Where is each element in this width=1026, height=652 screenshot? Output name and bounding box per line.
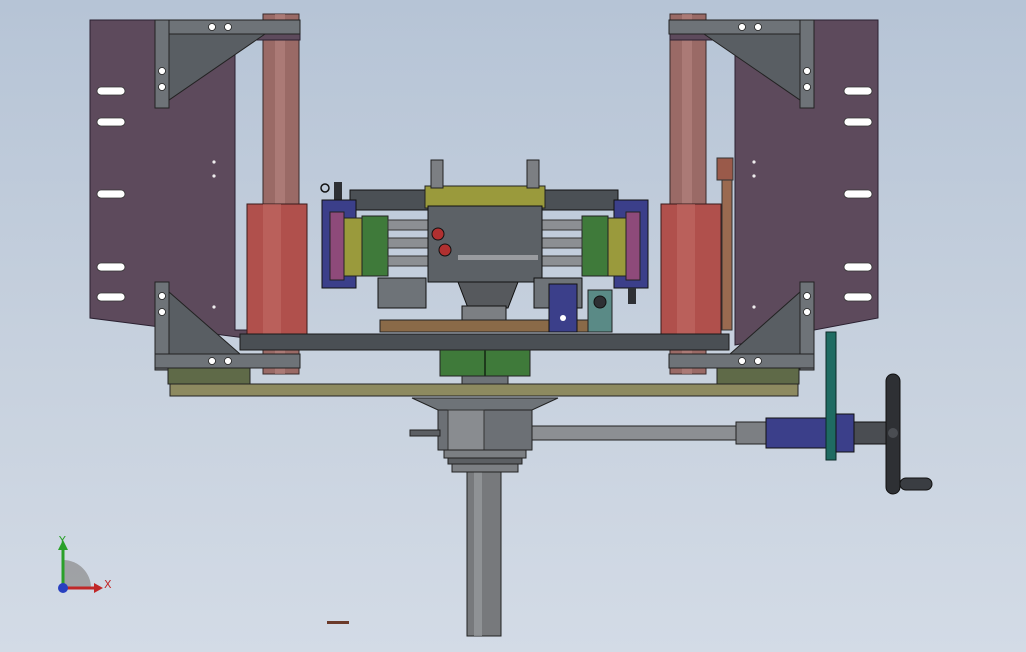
rotary-ring[interactable] (439, 349, 531, 385)
motor-block[interactable] (548, 283, 578, 333)
triad-x-label: X (104, 578, 112, 591)
left-base-block[interactable] (167, 367, 251, 385)
right-knob[interactable] (628, 288, 636, 304)
cad-model-drawing: Y X (58, 13, 933, 637)
small-mark (327, 621, 349, 624)
right-cylinder[interactable] (660, 203, 722, 335)
left-cylinder[interactable] (246, 203, 308, 335)
right-plate-slots (843, 86, 873, 302)
base-plate[interactable] (169, 383, 799, 397)
right-clamp-module[interactable] (581, 199, 649, 289)
left-clamp-module[interactable] (321, 199, 389, 289)
cad-viewport[interactable]: Y X (0, 0, 1026, 652)
support-column[interactable] (466, 469, 502, 637)
coordinate-triad-icon: Y X (58, 534, 112, 593)
left-plate-slots (96, 86, 126, 302)
carriage-top-frame[interactable] (320, 159, 619, 211)
right-base-block[interactable] (716, 367, 800, 385)
triad-y-label: Y (58, 534, 66, 547)
handwheel[interactable] (885, 373, 933, 495)
horizontal-crossbar[interactable] (239, 333, 730, 351)
sensor-bracket[interactable] (587, 289, 613, 333)
central-gear-housing[interactable] (427, 205, 543, 283)
